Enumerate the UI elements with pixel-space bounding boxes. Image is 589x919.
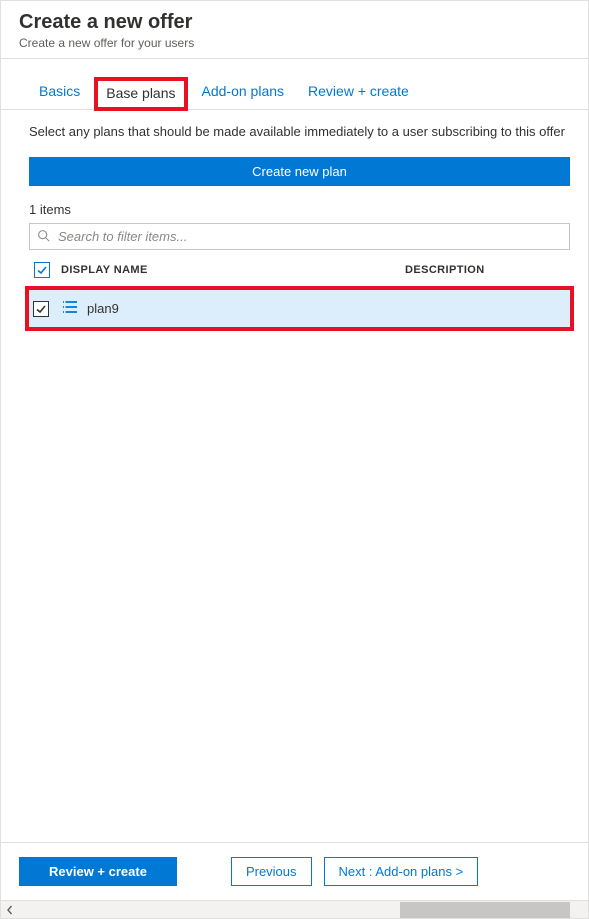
previous-button[interactable]: Previous (231, 857, 312, 886)
footer-bar: Review + create Previous Next : Add-on p… (1, 842, 588, 900)
column-display-name[interactable]: DISPLAY NAME (55, 264, 405, 276)
column-description[interactable]: DESCRIPTION (405, 264, 570, 276)
next-button[interactable]: Next : Add-on plans > (324, 857, 479, 886)
page-subtitle: Create a new offer for your users (19, 36, 570, 50)
tab-base-plans[interactable]: Base plans (94, 77, 187, 111)
tab-review-create[interactable]: Review + create (298, 77, 419, 109)
plan-name: plan9 (87, 301, 119, 316)
tab-bar: Basics Base plans Add-on plans Review + … (1, 59, 588, 110)
tab-description: Select any plans that should be made ava… (29, 124, 570, 139)
horizontal-scrollbar[interactable] (1, 900, 588, 918)
plan-icon (61, 298, 79, 319)
filter-input[interactable] (29, 223, 570, 250)
scrollbar-thumb[interactable] (400, 902, 570, 918)
tab-basics[interactable]: Basics (29, 77, 90, 109)
page-title: Create a new offer (19, 11, 570, 34)
select-all-checkbox[interactable] (34, 262, 50, 278)
items-count: 1 items (29, 202, 570, 217)
review-create-button[interactable]: Review + create (19, 857, 177, 886)
create-new-plan-button[interactable]: Create new plan (29, 157, 570, 186)
row-checkbox[interactable] (33, 301, 49, 317)
table-header: DISPLAY NAME DESCRIPTION (29, 256, 570, 284)
tab-addon-plans[interactable]: Add-on plans (192, 77, 295, 109)
search-icon (37, 229, 50, 245)
table-row[interactable]: plan9 (29, 290, 570, 327)
scroll-left-icon[interactable] (1, 901, 19, 919)
